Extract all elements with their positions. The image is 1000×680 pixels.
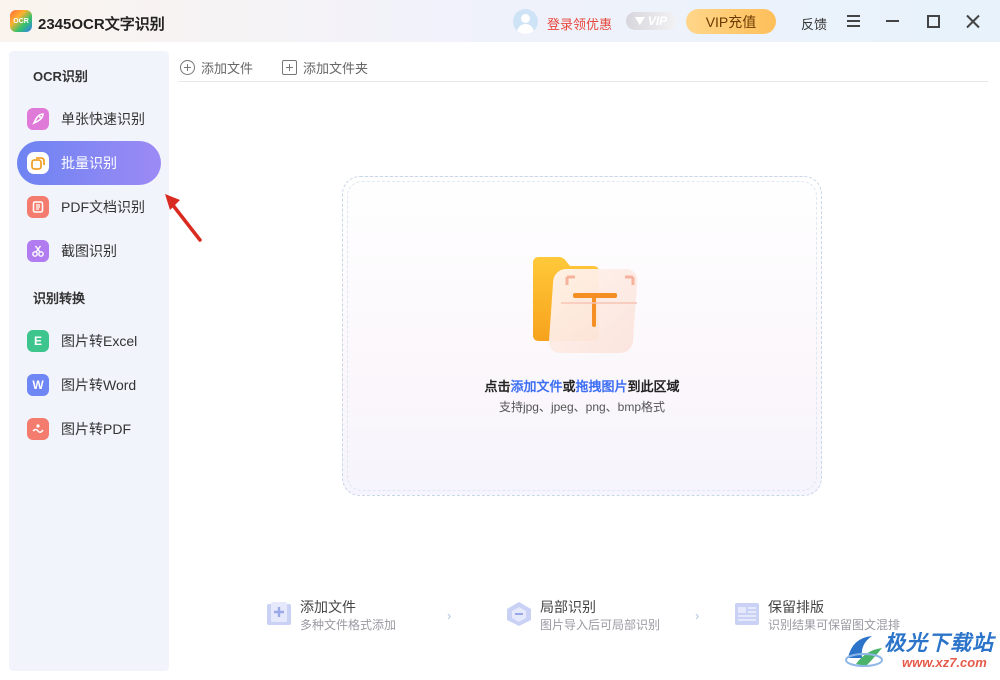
sidebar-item-image-to-word[interactable]: W 图片转Word <box>17 363 161 407</box>
rocket-icon <box>27 108 49 130</box>
step-add-file: 添加文件 多种文件格式添加 <box>266 598 396 634</box>
vip-recharge-button[interactable]: VIP充值 <box>686 9 776 34</box>
sidebar-section-convert: 识别转换 <box>33 291 86 306</box>
add-file-step-icon <box>267 602 291 625</box>
scissors-icon <box>27 240 49 262</box>
title-bar: OCR 2345OCR文字识别 登录领优惠 VIP VIP充值 反馈 <box>0 0 1000 42</box>
add-folder-button[interactable]: 添加文件夹 <box>282 58 368 77</box>
document-icon <box>27 196 49 218</box>
login-link[interactable]: 登录领优惠 <box>547 14 612 33</box>
sidebar-item-label: PDF文档识别 <box>61 199 145 215</box>
excel-icon: E <box>27 330 49 352</box>
supported-formats-text: 支持jpg、jpeg、png、bmp格式 <box>498 400 666 414</box>
step-desc: 多种文件格式添加 <box>300 618 397 632</box>
add-folder-label: 添加文件夹 <box>303 61 369 76</box>
vip-badge-label: VIP <box>647 14 668 28</box>
drop-title-or: 或 <box>562 379 576 394</box>
keep-layout-icon <box>735 603 759 625</box>
sidebar-item-image-to-excel[interactable]: E 图片转Excel <box>17 319 161 363</box>
sidebar-item-single-quick[interactable]: 单张快速识别 <box>17 97 161 141</box>
step-title: 添加文件 <box>300 599 356 615</box>
annotation-arrow-icon <box>165 194 202 242</box>
step-separator-icon: › <box>695 608 700 623</box>
plus-square-icon <box>282 60 297 75</box>
step-partial-recognition: 局部识别 图片导入后可局部识别 <box>506 598 660 634</box>
file-drop-zone[interactable]: 点击添加文件或拖拽图片到此区域 支持jpg、jpeg、png、bmp格式 <box>342 176 822 496</box>
sidebar-item-label: 图片转Word <box>61 377 137 393</box>
sidebar-section-ocr: OCR识别 <box>33 69 88 84</box>
drop-zone-title: 点击添加文件或拖拽图片到此区域 <box>343 376 821 395</box>
add-file-button[interactable]: 添加文件 <box>180 58 253 77</box>
minimize-icon[interactable] <box>882 11 902 31</box>
menu-icon[interactable] <box>843 11 863 31</box>
step-desc: 图片导入后可局部识别 <box>540 618 661 632</box>
drop-title-suffix: 到此区域 <box>627 379 680 394</box>
watermark: 极光下载站 www.xz7.com <box>842 624 996 676</box>
sidebar-item-label: 批量识别 <box>61 155 117 171</box>
sidebar-item-image-to-pdf[interactable]: 图片转PDF <box>17 407 161 451</box>
vip-badge: VIP <box>626 12 676 30</box>
sidebar-item-label: 图片转Excel <box>61 333 138 349</box>
partial-recognition-icon <box>507 602 531 626</box>
diamond-icon <box>634 17 645 25</box>
batch-icon <box>27 152 49 174</box>
sidebar-item-batch[interactable]: 批量识别 <box>17 141 161 185</box>
sidebar-item-label: 单张快速识别 <box>61 111 145 127</box>
word-icon: W <box>27 374 49 396</box>
folder-upload-icon <box>533 257 638 353</box>
sidebar-item-screenshot[interactable]: 截图识别 <box>17 229 161 273</box>
maximize-icon[interactable] <box>923 11 943 31</box>
plus-circle-icon <box>180 60 195 75</box>
app-logo-icon: OCR <box>10 10 32 32</box>
step-title: 保留排版 <box>768 599 824 615</box>
feedback-button[interactable]: 反馈 <box>801 14 827 33</box>
step-separator-icon: › <box>447 608 452 623</box>
drop-title-prefix: 点击 <box>484 379 511 394</box>
app-title: 2345OCR文字识别 <box>38 16 165 33</box>
sidebar-item-label: 图片转PDF <box>61 421 131 437</box>
watermark-url: www.xz7.com <box>902 655 987 670</box>
add-file-label: 添加文件 <box>201 61 254 76</box>
sidebar-item-pdf-document[interactable]: PDF文档识别 <box>17 185 161 229</box>
sidebar: OCR识别 单张快速识别 批量识别 PDF文档识别 截图识别 识别转换 E 图片… <box>9 51 169 671</box>
toolbar: 添加文件 添加文件夹 <box>178 56 988 82</box>
watermark-title: 极光下载站 <box>884 632 994 655</box>
drop-add-file-link[interactable]: 添加文件 <box>510 379 562 394</box>
drop-drag-image-link: 拖拽图片 <box>575 379 628 394</box>
step-title: 局部识别 <box>540 599 596 615</box>
sidebar-item-label: 截图识别 <box>61 243 117 259</box>
close-icon[interactable] <box>963 11 983 31</box>
pdf-image-icon <box>27 418 49 440</box>
user-avatar-icon[interactable] <box>513 9 538 34</box>
watermark-logo-icon <box>845 636 883 667</box>
